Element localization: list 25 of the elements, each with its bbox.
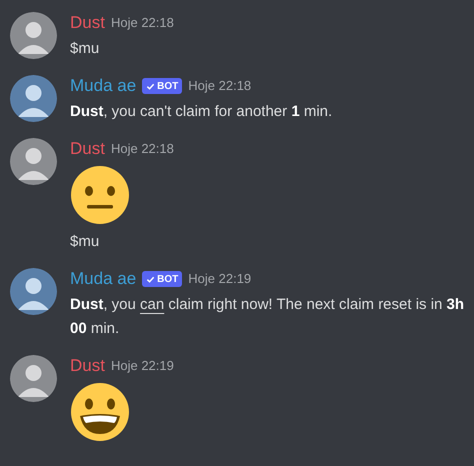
message-text: $mu <box>70 232 100 252</box>
author-name[interactable]: Dust <box>70 353 105 379</box>
timestamp: Hoje 22:18 <box>110 14 174 32</box>
message-text: Dust, you can't claim for another 1 min. <box>70 102 332 122</box>
author-name[interactable]: Muda ae <box>70 73 136 99</box>
timestamp: Hoje 22:19 <box>188 270 252 288</box>
avatar[interactable] <box>10 12 57 59</box>
timestamp: Hoje 22:19 <box>110 357 174 376</box>
grinning-face-emoji <box>70 382 130 442</box>
neutral-face-emoji <box>70 165 130 225</box>
message-text: $mu <box>70 39 100 59</box>
author-name[interactable]: Dust <box>70 136 105 162</box>
check-icon <box>146 274 156 284</box>
bot-tag: BOT <box>142 78 182 94</box>
bot-tag: BOT <box>142 271 182 287</box>
timestamp: Hoje 22:18 <box>110 140 174 158</box>
avatar[interactable] <box>10 75 57 122</box>
timestamp: Hoje 22:18 <box>188 77 252 96</box>
avatar[interactable] <box>10 268 57 315</box>
avatar[interactable] <box>10 355 57 402</box>
message-text: Dust, you can claim right now! The next claim reset is in 3h 00 min. <box>70 295 466 339</box>
avatar[interactable] <box>10 138 57 185</box>
author-name[interactable]: Dust <box>70 10 105 36</box>
check-icon <box>146 82 156 90</box>
author-name[interactable]: Muda ae <box>70 266 136 292</box>
